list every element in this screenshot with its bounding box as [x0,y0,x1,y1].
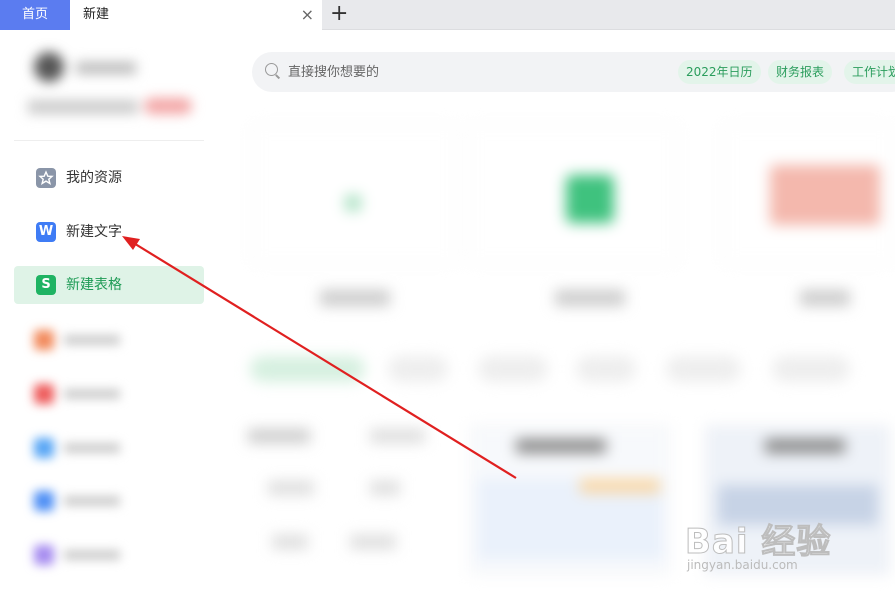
watermark-brand: Bai 经验 [684,522,832,563]
watermark-sub: jingyan.baidu.com [687,558,798,572]
baidu-watermark: Bai 经验 jingyan.baidu.com [684,500,885,580]
